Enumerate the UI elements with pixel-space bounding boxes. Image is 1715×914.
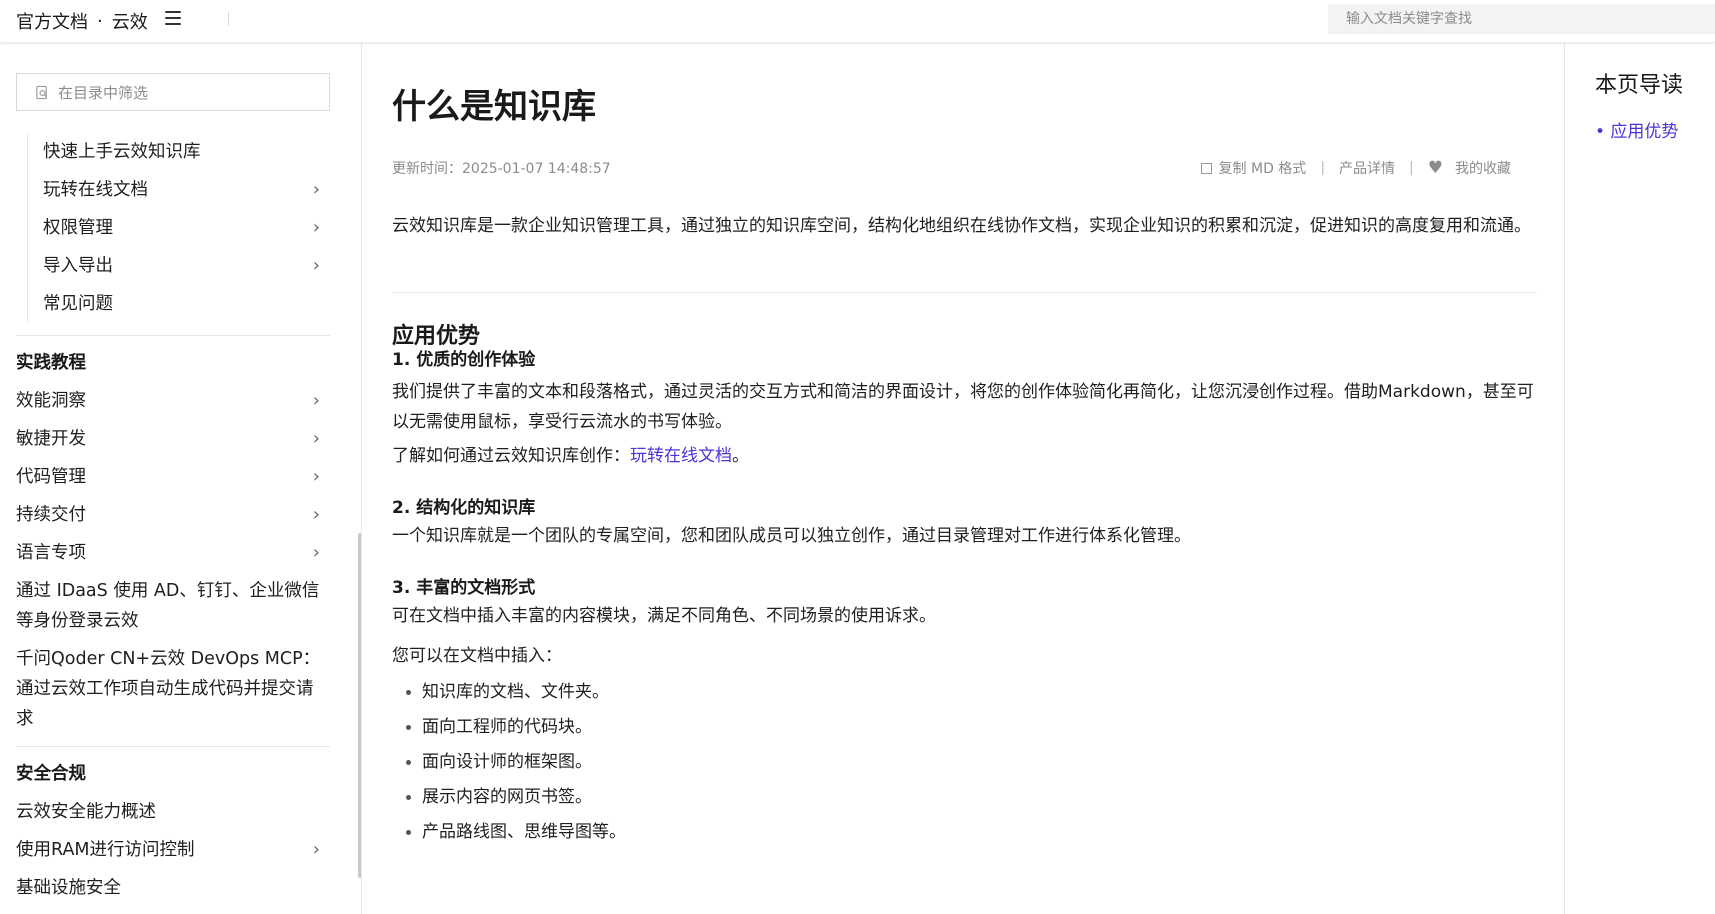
toc-item-delivery[interactable]: 持续交付 › xyxy=(16,496,330,534)
updated-time: 更新时间：2025-01-07 14:48:57 xyxy=(392,161,611,177)
toc-item-label: 代码管理 xyxy=(16,467,86,487)
toc-item-idaas[interactable]: 通过 IDaaS 使用 AD、钉钉、企业微信等身份登录云效 xyxy=(16,572,330,640)
brand[interactable]: 官方文档 · 云效 xyxy=(16,8,148,34)
top-header: 官方文档 · 云效 xyxy=(0,0,1715,43)
chevron-right-icon: › xyxy=(312,255,320,276)
action-divider: | xyxy=(1320,160,1326,176)
outline-item-advantages[interactable]: • 应用优势 xyxy=(1595,117,1678,142)
point1-more-suffix: 。 xyxy=(732,446,749,466)
brand-secondary[interactable]: 云效 xyxy=(112,8,148,34)
toc-item-label: 权限管理 xyxy=(43,218,113,238)
toc-item-insight[interactable]: 效能洞察 › xyxy=(16,382,330,420)
list-item: 产品路线图、思维导图等。 xyxy=(406,817,1506,852)
list-item: 面向设计师的框架图。 xyxy=(406,747,1506,782)
toc-filter-input[interactable]: 在目录中筛选 xyxy=(16,73,330,111)
toc-main: 实践教程 效能洞察 › 敏捷开发 › 代码管理 › 持续交付 › 语言专项 › 通过 ID… xyxy=(16,335,330,907)
insert-list: 知识库的文档、文件夹。 面向工程师的代码块。 面向设计师的框架图。 展示内容的网… xyxy=(406,677,1506,852)
point2-body: 一个知识库就是一个团队的专属空间，您和团队成员可以独立创作，通过目录管理对工作进… xyxy=(392,526,1191,546)
heart-icon: ♥ xyxy=(1427,158,1443,178)
point1-more-prefix: 了解如何通过云效知识库创作： xyxy=(392,446,630,466)
page-title: 什么是知识库 xyxy=(392,87,596,127)
toc-item-agile[interactable]: 敏捷开发 › xyxy=(16,420,330,458)
copy-md-button[interactable]: 复制 MD 格式 xyxy=(1200,158,1307,178)
toc-item-label: 持续交付 xyxy=(16,505,86,525)
chevron-right-icon: › xyxy=(312,466,320,487)
page-outline: 本页导读 • 应用优势 xyxy=(1564,43,1715,914)
page-outline-title: 本页导读 xyxy=(1595,73,1684,98)
toc-item-label: 基础设施安全 xyxy=(16,878,121,898)
doc-search-input[interactable] xyxy=(1328,4,1715,34)
brand-separator: · xyxy=(97,10,103,32)
point1-more: 了解如何通过云效知识库创作：玩转在线文档。 xyxy=(392,441,1537,471)
action-divider: | xyxy=(1409,160,1414,176)
point3-lead: 您可以在文档中插入： xyxy=(392,646,562,666)
toc-item-faq[interactable]: 常见问题 xyxy=(28,285,330,323)
point1-body: 我们提供了丰富的文本和段落格式，通过灵活的交互方式和简洁的界面设计，将您的创作体… xyxy=(392,382,1534,432)
copy-icon xyxy=(1200,162,1212,174)
toc-item-label: 使用RAM进行访问控制 xyxy=(16,840,195,860)
toc-filter-placeholder: 在目录中筛选 xyxy=(58,83,149,102)
toc-item-infra-security[interactable]: 基础设施安全 xyxy=(16,869,330,907)
toc-item-permissions[interactable]: 权限管理 › xyxy=(28,209,330,247)
chevron-right-icon: › xyxy=(312,179,320,200)
list-item: 面向工程师的代码块。 xyxy=(406,712,1506,747)
toc-item-qoder-mcp[interactable]: 千问Qoder CN+云效 DevOps MCP：通过云效工作项自动生成代码并提… xyxy=(16,640,330,738)
toc-divider xyxy=(16,335,330,336)
chevron-right-icon: › xyxy=(312,428,320,449)
toc-item-label: 敏捷开发 xyxy=(16,429,86,449)
article: 什么是知识库 更新时间：2025-01-07 14:48:57 复制 MD 格式… xyxy=(392,43,1542,914)
sidebar: 在目录中筛选 快速上手云效知识库 玩转在线文档 › 权限管理 › 导入导出 › 常见问… xyxy=(0,43,362,914)
toc-divider xyxy=(16,746,330,747)
toc-item-label: 效能洞察 xyxy=(16,391,86,411)
toc-item-label: 语言专项 xyxy=(16,543,86,563)
favorites-label: 我的收藏 xyxy=(1455,161,1511,177)
product-detail-link[interactable]: 产品详情 xyxy=(1339,158,1395,178)
toc-item-ram[interactable]: 使用RAM进行访问控制 › xyxy=(16,831,330,869)
brand-primary[interactable]: 官方文档 xyxy=(16,8,88,34)
list-item: 知识库的文档、文件夹。 xyxy=(406,677,1506,712)
product-detail-label: 产品详情 xyxy=(1339,161,1396,177)
toc-sublist: 快速上手云效知识库 玩转在线文档 › 权限管理 › 导入导出 › 常见问题 xyxy=(27,133,330,323)
online-docs-link[interactable]: 玩转在线文档 xyxy=(630,446,732,466)
chevron-right-icon: › xyxy=(312,390,320,411)
list-item: 展示内容的网页书签。 xyxy=(406,782,1506,817)
point3-heading: 3. 丰富的文档形式 xyxy=(392,578,536,598)
sidebar-scrollbar[interactable] xyxy=(358,533,361,878)
favorites-button[interactable]: ♥ 我的收藏 xyxy=(1428,158,1511,178)
toc-item-label: 快速上手云效知识库 xyxy=(43,142,201,162)
chevron-right-icon: › xyxy=(312,542,320,563)
article-actions: 复制 MD 格式 | 产品详情 | ♥ 我的收藏 xyxy=(1200,158,1511,178)
toc-item-security-overview[interactable]: 云效安全能力概述 xyxy=(16,793,330,831)
copy-md-label: 复制 MD 格式 xyxy=(1218,161,1307,177)
header-divider xyxy=(228,12,229,26)
toc-item-code[interactable]: 代码管理 › xyxy=(16,458,330,496)
toc-item-label: 常见问题 xyxy=(43,294,113,314)
point3-body: 可在文档中插入丰富的内容模块，满足不同角色、不同场景的使用诉求。 xyxy=(392,606,936,626)
toc-item-language[interactable]: 语言专项 › xyxy=(16,534,330,572)
point2-heading: 2. 结构化的知识库 xyxy=(392,498,536,518)
hamburger-menu-icon[interactable] xyxy=(165,11,181,25)
doc-search-icon xyxy=(36,85,48,99)
chevron-right-icon: › xyxy=(312,504,320,525)
chevron-right-icon: › xyxy=(312,217,320,238)
toc-item-quickstart[interactable]: 快速上手云效知识库 xyxy=(28,133,330,171)
toc-item-label: 导入导出 xyxy=(43,256,113,276)
section-divider xyxy=(392,292,1537,293)
toc-section-practice[interactable]: 实践教程 xyxy=(16,344,330,382)
toc-item-label: 云效安全能力概述 xyxy=(16,802,156,822)
toc-item-online-docs[interactable]: 玩转在线文档 › xyxy=(28,171,330,209)
toc-item-label: 玩转在线文档 xyxy=(43,180,148,200)
intro-paragraph: 云效知识库是一款企业知识管理工具，通过独立的知识库空间，结构化地组织在线协作文档… xyxy=(392,216,1531,236)
chevron-right-icon: › xyxy=(312,839,320,860)
toc-item-import-export[interactable]: 导入导出 › xyxy=(28,247,330,285)
toc-section-security[interactable]: 安全合规 xyxy=(16,755,330,793)
point1-heading: 1. 优质的创作体验 xyxy=(392,350,536,370)
